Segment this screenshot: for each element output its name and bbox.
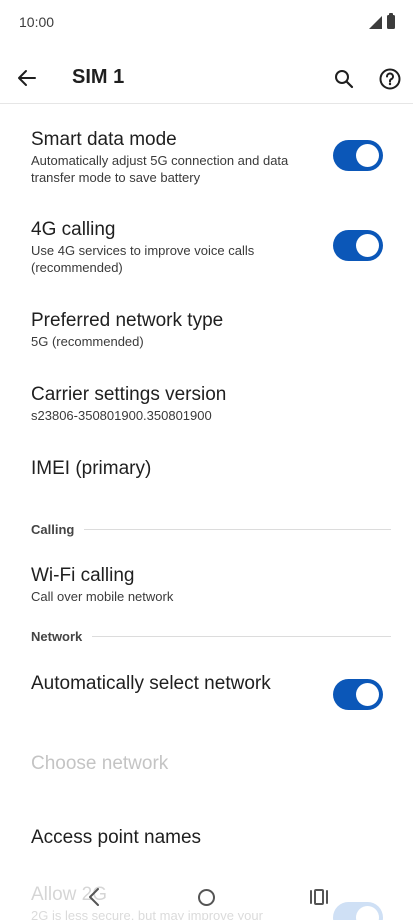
setting-title: Carrier settings version <box>31 384 227 405</box>
setting-smart-data-mode[interactable]: Smart data mode Automatically adjust 5G … <box>31 128 331 186</box>
4g-calling-toggle[interactable] <box>333 230 383 261</box>
setting-subtitle: Use 4G services to improve voice calls (… <box>31 243 255 275</box>
setting-title: Choose network <box>31 753 169 774</box>
page-title: SIM 1 <box>72 66 125 88</box>
help-circle-icon <box>379 68 401 90</box>
setting-imei[interactable]: IMEI (primary) <box>31 457 331 480</box>
nav-back-icon[interactable] <box>84 886 104 908</box>
battery-icon <box>387 13 395 29</box>
section-header-network: Network <box>31 629 391 644</box>
setting-preferred-network-type[interactable]: Preferred network type 5G (recommended) <box>31 309 331 350</box>
status-icons <box>369 13 395 29</box>
auto-select-network-toggle[interactable] <box>333 679 383 710</box>
setting-4g-calling[interactable]: 4G calling Use 4G services to improve vo… <box>31 218 331 276</box>
setting-title: Wi-Fi calling <box>31 565 135 586</box>
section-label: Network <box>31 629 83 644</box>
status-time: 10:00 <box>19 14 55 30</box>
nav-home-icon[interactable] <box>198 889 215 906</box>
setting-subtitle: Call over mobile network <box>31 589 174 604</box>
section-divider <box>92 636 391 637</box>
setting-subtitle: 5G (recommended) <box>31 334 144 349</box>
navigation-bar <box>0 876 413 920</box>
setting-title: Access point names <box>31 827 202 848</box>
setting-wifi-calling[interactable]: Wi-Fi calling Call over mobile network <box>31 564 331 605</box>
setting-title: Automatically select network <box>31 673 271 694</box>
help-button[interactable] <box>375 64 405 94</box>
setting-access-point-names[interactable]: Access point names <box>31 826 331 849</box>
toggle-knob <box>356 234 379 257</box>
back-button[interactable] <box>12 63 42 93</box>
setting-title: Smart data mode <box>31 129 177 150</box>
section-divider <box>84 529 391 530</box>
toggle-knob <box>356 683 379 706</box>
setting-title: 4G calling <box>31 219 116 240</box>
setting-subtitle: s23806-350801900.350801900 <box>31 408 212 423</box>
app-bar: SIM 1 <box>0 46 413 104</box>
sim-settings-screen: 10:00 SIM 1 Smart data mode Automaticall… <box>0 0 413 920</box>
toggle-knob <box>356 144 379 167</box>
search-icon <box>335 70 354 89</box>
status-bar: 10:00 <box>0 0 413 46</box>
search-button[interactable] <box>329 64 359 94</box>
setting-carrier-settings-version[interactable]: Carrier settings version s23806-35080190… <box>31 383 331 424</box>
setting-choose-network[interactable]: Choose network <box>31 752 331 775</box>
setting-auto-select-network[interactable]: Automatically select network <box>31 672 291 695</box>
section-label: Calling <box>31 522 75 537</box>
setting-title: IMEI (primary) <box>31 458 152 479</box>
setting-title: Preferred network type <box>31 310 224 331</box>
section-header-calling: Calling <box>31 522 391 537</box>
nav-recents-icon[interactable] <box>309 888 329 906</box>
arrow-back-icon <box>18 70 36 86</box>
smart-data-toggle[interactable] <box>333 140 383 171</box>
signal-icon <box>369 15 382 29</box>
setting-subtitle: Automatically adjust 5G connection and d… <box>31 153 289 185</box>
